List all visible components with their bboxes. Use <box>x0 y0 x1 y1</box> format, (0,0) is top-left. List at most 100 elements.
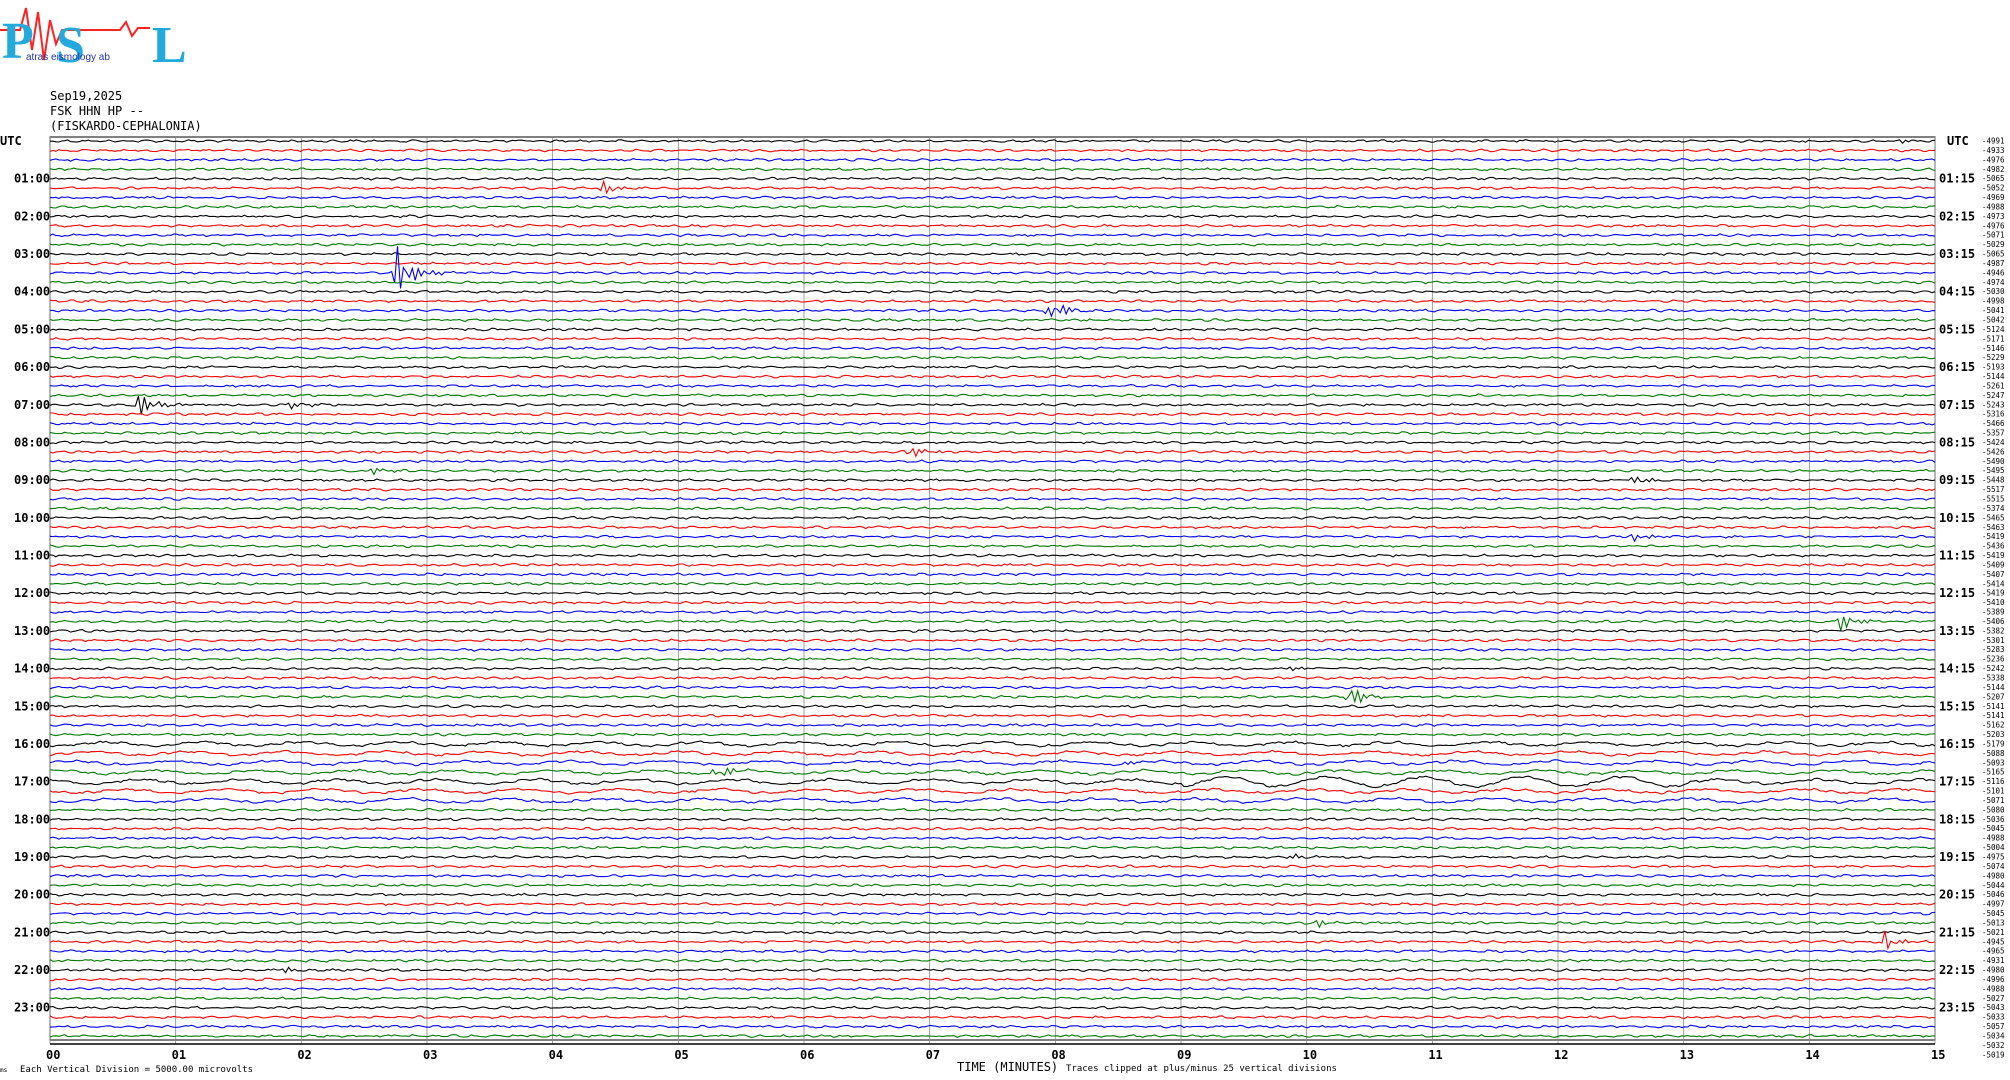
trace-line <box>49 796 1936 805</box>
trace-offset-label: -5093 <box>1982 758 2005 767</box>
right-hour-label: 12:15 <box>1939 586 1975 600</box>
trace-line <box>49 261 1936 266</box>
trace-offset-label: -5517 <box>1982 485 2005 494</box>
trace-line <box>49 836 1936 841</box>
trace-line <box>49 346 1936 351</box>
left-hour-label: 14:00 <box>14 662 50 676</box>
x-tick-label: 11 <box>1428 1048 1442 1062</box>
left-hour-label: 06:00 <box>14 360 50 374</box>
trace-offset-label: -5124 <box>1982 325 2005 334</box>
x-tick-label: 15 <box>1931 1048 1945 1062</box>
trace-line <box>49 966 1936 974</box>
right-hour-label: 18:15 <box>1939 812 1975 826</box>
trace-offset-label: -4975 <box>1982 853 2005 862</box>
trace-offset-label: -4988 <box>1982 202 2005 211</box>
trace-offset-label: -5414 <box>1982 579 2005 588</box>
trace-line <box>49 826 1936 831</box>
trace-offset-label: -5116 <box>1982 777 2005 786</box>
trace-line <box>49 289 1936 294</box>
trace-offset-label: -5045 <box>1982 909 2005 918</box>
trace-line <box>49 157 1936 162</box>
trace-line <box>49 431 1936 435</box>
left-hour-label: 17:00 <box>14 775 50 789</box>
left-hour-label: 16:00 <box>14 737 50 751</box>
trace-line <box>49 902 1936 907</box>
trace-line <box>49 242 1936 247</box>
trace-line <box>49 327 1935 332</box>
trace-line <box>49 864 1936 869</box>
right-hour-label: 02:15 <box>1939 209 1975 223</box>
trace-offset-label: -5406 <box>1982 617 2005 626</box>
trace-line <box>49 572 1936 577</box>
trace-line <box>49 467 1935 476</box>
right-hour-label: 01:15 <box>1939 172 1975 186</box>
trace-line <box>49 600 1936 605</box>
trace-line <box>49 384 1936 388</box>
trace-offset-label: -5021 <box>1982 928 2005 937</box>
trace-offset-label: -5041 <box>1982 306 2005 315</box>
trace-offset-label: -4974 <box>1982 278 2005 287</box>
trace-line <box>49 688 1936 704</box>
right-hour-label: 11:15 <box>1939 549 1975 563</box>
trace-offset-label: -5357 <box>1982 429 2005 438</box>
trace-offset-label: -5029 <box>1982 240 2005 249</box>
trace-line <box>49 883 1936 888</box>
trace-offset-label: -5045 <box>1982 824 2005 833</box>
trace-offset-label: -5052 <box>1982 184 2005 193</box>
trace-offset-label: -5243 <box>1982 400 2005 409</box>
trace-offset-label: -4997 <box>1982 900 2005 909</box>
right-hour-label: 03:15 <box>1939 247 1975 261</box>
trace-offset-label: -5283 <box>1982 645 2005 654</box>
trace-offset-label: -5057 <box>1982 1022 2005 1031</box>
right-hour-label: 17:15 <box>1939 775 1975 789</box>
trace-offset-label: -4996 <box>1982 975 2005 984</box>
trace-offset-label: -5171 <box>1982 334 2005 343</box>
x-tick-label: 10 <box>1303 1048 1317 1062</box>
right-hour-label: 21:15 <box>1939 925 1975 939</box>
trace-line <box>49 176 1936 181</box>
grid-lines <box>49 136 1936 1045</box>
trace-line <box>49 704 1936 709</box>
trace-line <box>49 732 1936 737</box>
trace-offset-label: -5071 <box>1982 231 2005 240</box>
trace-offset-label: -5242 <box>1982 664 2005 673</box>
trace-line <box>49 949 1936 954</box>
trace-offset-label: -4988 <box>1982 984 2005 993</box>
trace-line <box>49 252 1936 257</box>
trace-line <box>49 476 1936 484</box>
trace-line <box>49 299 1936 304</box>
right-hour-label: 06:15 <box>1939 360 1975 374</box>
x-axis-label: TIME (MINUTES) <box>957 1060 1058 1074</box>
trace-line <box>49 544 1936 549</box>
trace-line <box>49 233 1936 238</box>
trace-line <box>49 759 1936 767</box>
trace-offset-label: -5466 <box>1982 419 2005 428</box>
trace-offset-label: -5074 <box>1982 862 2005 871</box>
trace-line <box>49 616 1936 631</box>
trace-line <box>49 1024 1936 1029</box>
trace-offset-label: -5426 <box>1982 447 2005 456</box>
helicorder-chart: UTC 01:00 02:00 03:00 04:00 05:00 06:00 07:00 08… <box>0 7 2005 1075</box>
trace-offset-label: -5463 <box>1982 523 2005 532</box>
right-hour-label: 23:15 <box>1939 1001 1975 1015</box>
left-hour-label: UTC <box>0 134 22 148</box>
trace-line <box>49 628 1936 633</box>
left-hour-label: 22:00 <box>14 963 50 977</box>
trace-offset-label: -4976 <box>1982 155 2005 164</box>
trace-offset-label: -5247 <box>1982 391 2005 400</box>
trace-offset-label: -5165 <box>1982 768 2005 777</box>
left-hour-label: 21:00 <box>14 925 50 939</box>
trace-line <box>49 336 1936 341</box>
trace-line <box>49 638 1936 643</box>
logo-subtitle: atras eismology ab <box>26 52 110 63</box>
right-hour-label: 22:15 <box>1939 963 1975 977</box>
right-hour-label: 04:15 <box>1939 285 1975 299</box>
trace-offset-label: -5301 <box>1982 636 2005 645</box>
trace-line <box>49 223 1936 228</box>
trace-offset-label: -5338 <box>1982 674 2005 683</box>
trace-line <box>49 713 1936 718</box>
trace-line <box>49 807 1935 812</box>
left-hour-label: 05:00 <box>14 322 50 336</box>
x-tick-label: 05 <box>674 1048 688 1062</box>
trace-offset-label: -4980 <box>1982 871 2005 880</box>
